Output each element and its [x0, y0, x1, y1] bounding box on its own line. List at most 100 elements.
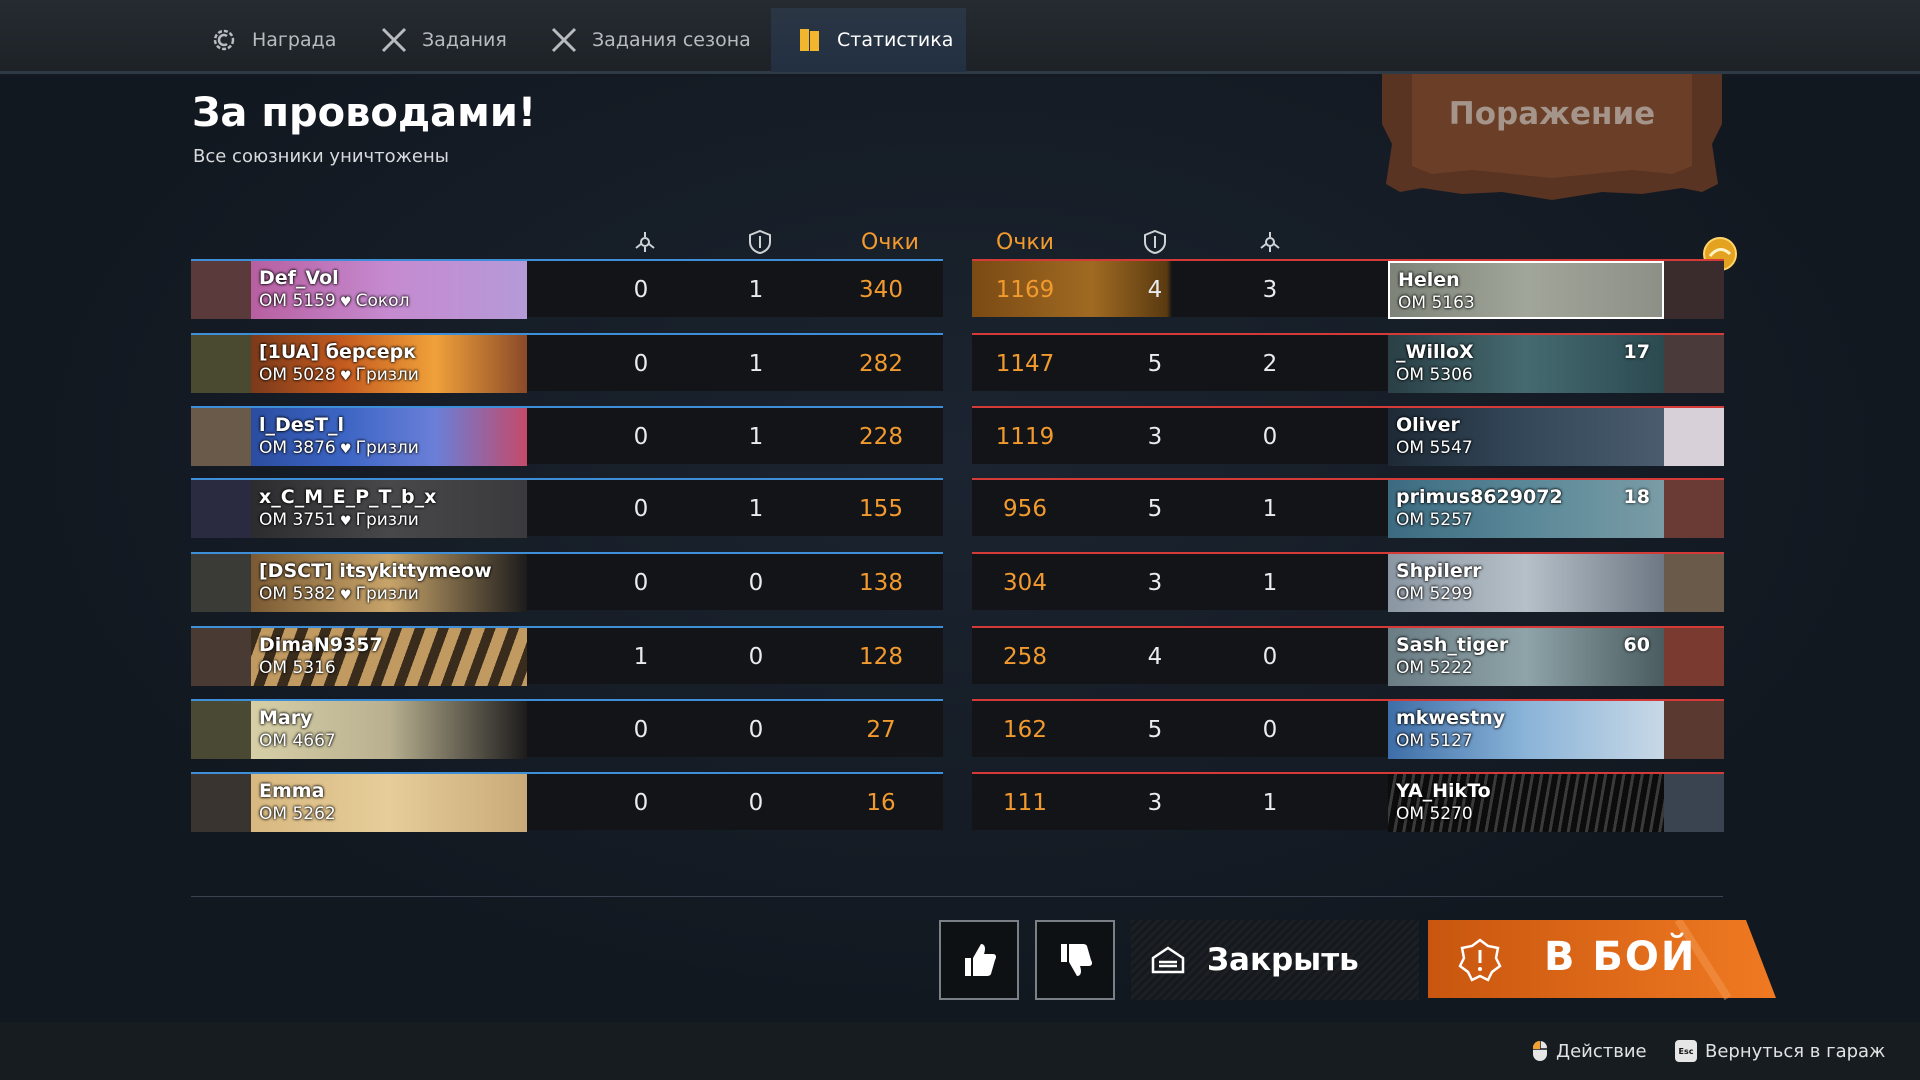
avatar: [191, 261, 251, 319]
tab-label: Статистика: [837, 29, 954, 51]
player-nameplate[interactable]: Def_Vol ОМ 5159 ♥ Сокол: [251, 261, 527, 319]
player-nameplate[interactable]: Emma ОМ 5262: [251, 774, 527, 832]
thumbs-up-icon: [965, 944, 997, 976]
clan-name: Гризли: [355, 365, 419, 385]
ally-row[interactable]: Emma ОМ 5262 0 0 16: [191, 772, 943, 832]
player-nameplate[interactable]: Shpilerr ОМ 5299: [1388, 554, 1664, 612]
player-rating: ОМ 5270: [1396, 804, 1473, 824]
page-title: За проводами!: [192, 90, 537, 136]
score-value: 258: [1003, 644, 1047, 670]
crossed-swords-icon: [548, 24, 580, 56]
tab-label: Задания: [422, 29, 507, 51]
avatar: [191, 628, 251, 686]
kills-value: 3: [1262, 277, 1278, 303]
score-value: 340: [859, 277, 903, 303]
page-subtitle: Все союзники уничтожены: [193, 146, 449, 167]
score-header: Очки: [996, 229, 1054, 255]
clan-name: Гризли: [355, 438, 419, 458]
player-nameplate[interactable]: YA_HikTo ОМ 5270: [1388, 774, 1664, 832]
player-name: Shpilerr: [1396, 560, 1482, 582]
avatar: [191, 408, 251, 466]
to-battle-button[interactable]: В БОЙ: [1428, 920, 1776, 1000]
enemy-row[interactable]: 1169 4 3 Helen ОМ 5163: [972, 259, 1724, 319]
avatar: [1664, 261, 1724, 319]
ally-row[interactable]: Def_Vol ОМ 5159 ♥ Сокол 0 1 340: [191, 259, 943, 319]
action-label: Действие: [1556, 1040, 1647, 1062]
back-to-garage-hint[interactable]: Esc Вернуться в гараж: [1675, 1040, 1885, 1062]
kills-value: 2: [1262, 351, 1278, 377]
avatar: [191, 701, 251, 759]
player-name: x_C_M_E_P_T_b_x: [259, 486, 437, 508]
score-value: 155: [859, 496, 903, 522]
alert-gear-icon: [1458, 938, 1502, 982]
enemy-row[interactable]: 258 4 0 Sash_tiger ОМ 5222 60: [972, 626, 1724, 686]
dislike-button[interactable]: [1035, 920, 1115, 1000]
player-nameplate[interactable]: Sash_tiger ОМ 5222 60: [1388, 628, 1664, 686]
player-nameplate[interactable]: DimaN9357 ОМ 5316: [251, 628, 527, 686]
enemy-row[interactable]: 111 3 1 YA_HikTo ОМ 5270: [972, 772, 1724, 832]
player-nameplate[interactable]: _WilloX ОМ 5306 17: [1388, 335, 1664, 393]
assists-value: 0: [748, 717, 764, 743]
player-name: Emma: [259, 780, 325, 802]
assists-value: 0: [748, 790, 764, 816]
player-rating: ОМ 3876 ♥ Гризли: [259, 438, 419, 458]
assists-value: 4: [1147, 277, 1163, 303]
player-nameplate[interactable]: x_C_M_E_P_T_b_x ОМ 3751 ♥ Гризли: [251, 480, 527, 538]
kills-icon: [625, 226, 665, 258]
rating-value: ОМ 3876: [259, 438, 336, 458]
player-nameplate[interactable]: [1UA] берсерк ОМ 5028 ♥ Гризли: [251, 335, 527, 393]
assists-value: 1: [748, 277, 764, 303]
player-rating: ОМ 5262: [259, 804, 336, 824]
kills-value: 1: [633, 644, 649, 670]
player-level: 17: [1623, 341, 1650, 363]
player-name: Sash_tiger: [1396, 634, 1509, 656]
tab-season-tasks[interactable]: Задания сезона: [524, 8, 775, 72]
result-banner: Поражение: [1382, 74, 1722, 224]
player-name: mkwestny: [1396, 707, 1506, 729]
player-rating: ОМ 5382 ♥ Гризли: [259, 584, 419, 604]
enemy-row[interactable]: 1119 3 0 Oliver ОМ 5547: [972, 406, 1724, 466]
assists-value: 1: [748, 496, 764, 522]
assists-value: 5: [1147, 351, 1163, 377]
player-nameplate[interactable]: l_DesT_l ОМ 3876 ♥ Гризли: [251, 408, 527, 466]
like-button[interactable]: [939, 920, 1019, 1000]
player-rating: ОМ 5127: [1396, 731, 1473, 751]
ally-row[interactable]: [1UA] берсерк ОМ 5028 ♥ Гризли 0 1 282: [191, 333, 943, 393]
score-value: 1169: [995, 277, 1055, 303]
player-name: [DSCT] itsykittymeow: [259, 560, 492, 582]
player-nameplate[interactable]: primus8629072 ОМ 5257 18: [1388, 480, 1664, 538]
kills-value: 0: [633, 277, 649, 303]
clan-name: Гризли: [355, 510, 419, 530]
player-rating: ОМ 5547: [1396, 438, 1473, 458]
player-nameplate[interactable]: [DSCT] itsykittymeow ОМ 5382 ♥ Гризли: [251, 554, 527, 612]
assists-value: 5: [1147, 496, 1163, 522]
player-nameplate[interactable]: Mary ОМ 4667: [251, 701, 527, 759]
tab-tasks[interactable]: Задания: [354, 8, 531, 72]
clan-icon: ♥: [335, 369, 356, 384]
player-name: l_DesT_l: [259, 414, 344, 436]
to-battle-label: В БОЙ: [1544, 934, 1697, 980]
player-nameplate[interactable]: Oliver ОМ 5547: [1388, 408, 1664, 466]
player-nameplate[interactable]: mkwestny ОМ 5127: [1388, 701, 1664, 759]
enemy-row[interactable]: 1147 5 2 _WilloX ОМ 5306 17: [972, 333, 1724, 393]
tab-statistics[interactable]: Статистика: [771, 8, 966, 72]
thumbs-down-icon: [1061, 944, 1093, 976]
ally-row[interactable]: [DSCT] itsykittymeow ОМ 5382 ♥ Гризли 0 0 13…: [191, 552, 943, 612]
player-nameplate[interactable]: Helen ОМ 5163: [1388, 261, 1664, 319]
kills-value: 0: [1262, 424, 1278, 450]
ally-row[interactable]: x_C_M_E_P_T_b_x ОМ 3751 ♥ Гризли 0 1 155: [191, 478, 943, 538]
enemy-row[interactable]: 956 5 1 primus8629072 ОМ 5257 18: [972, 478, 1724, 538]
enemy-row[interactable]: 162 5 0 mkwestny ОМ 5127: [972, 699, 1724, 759]
player-rating: ОМ 5028 ♥ Гризли: [259, 365, 419, 385]
ally-row[interactable]: l_DesT_l ОМ 3876 ♥ Гризли 0 1 228: [191, 406, 943, 466]
ally-row[interactable]: DimaN9357 ОМ 5316 1 0 128: [191, 626, 943, 686]
rating-value: ОМ 3751: [259, 510, 336, 530]
kills-value: 0: [633, 496, 649, 522]
enemy-row[interactable]: 304 3 1 Shpilerr ОМ 5299: [972, 552, 1724, 612]
close-button[interactable]: Закрыть: [1131, 920, 1419, 1000]
player-rating: ОМ 5163: [1398, 293, 1475, 313]
tab-reward[interactable]: Награда: [184, 8, 360, 72]
avatar: [1664, 774, 1724, 832]
ally-row[interactable]: Mary ОМ 4667 0 0 27: [191, 699, 943, 759]
player-name: Helen: [1398, 269, 1460, 291]
